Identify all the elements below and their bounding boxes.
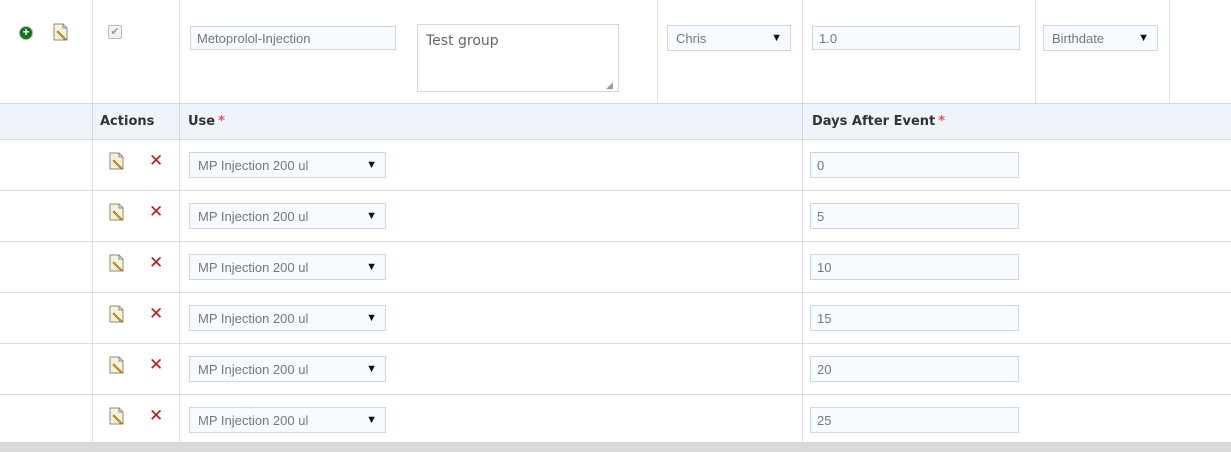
use-select[interactable]: MP Injection 200 ul ▼: [189, 356, 386, 382]
use-select[interactable]: MP Injection 200 ul ▼: [189, 254, 386, 280]
divider: [179, 103, 180, 140]
edit-pencil-icon[interactable]: [108, 254, 126, 272]
description-field[interactable]: Test group: [417, 24, 619, 92]
checkmark-icon: ✔: [110, 26, 120, 38]
use-select-value: MP Injection 200 ul: [198, 412, 309, 428]
footer-bar: [0, 442, 1231, 452]
table-row: ✕ MP Injection 200 ul ▼: [0, 242, 1231, 293]
use-select-value: MP Injection 200 ul: [198, 157, 309, 173]
table-row: ✕ MP Injection 200 ul ▼: [0, 191, 1231, 242]
use-select[interactable]: MP Injection 200 ul ▼: [189, 152, 386, 178]
actions-header-label: Actions: [100, 114, 155, 129]
days-after-event-field[interactable]: [810, 407, 1019, 433]
use-header-label: Use: [188, 114, 216, 129]
days-after-event-field[interactable]: [810, 254, 1019, 280]
use-select-value: MP Injection 200 ul: [198, 361, 309, 377]
days-after-event-field[interactable]: [810, 356, 1019, 382]
divider: [92, 103, 93, 140]
table-row: ✕ MP Injection 200 ul ▼: [0, 293, 1231, 344]
delete-x-icon[interactable]: ✕: [149, 204, 163, 221]
days-after-event-field[interactable]: [810, 305, 1019, 331]
person-select[interactable]: Chris ▼: [667, 25, 791, 51]
dropdown-arrow-icon: ▼: [1138, 32, 1149, 44]
edit-pencil-icon[interactable]: [108, 305, 126, 323]
select-checkbox[interactable]: ✔: [108, 25, 122, 39]
table-header: [0, 103, 1231, 140]
event-select-value: Birthdate: [1052, 30, 1105, 46]
table-row: ✕ MP Injection 200 ul ▼: [0, 344, 1231, 395]
use-column-header: Use *: [188, 114, 225, 129]
use-select[interactable]: MP Injection 200 ul ▼: [189, 305, 386, 331]
required-marker: *: [218, 114, 225, 129]
use-select-value: MP Injection 200 ul: [198, 259, 309, 275]
event-select[interactable]: Birthdate ▼: [1043, 25, 1158, 51]
dropdown-arrow-icon: ▼: [366, 261, 377, 273]
actions-column-header: Actions: [100, 114, 154, 129]
use-select[interactable]: MP Injection 200 ul ▼: [189, 407, 386, 433]
days-after-event-column-header: Days After Event *: [812, 114, 945, 129]
dropdown-arrow-icon: ▼: [366, 363, 377, 375]
required-marker: *: [938, 114, 946, 129]
edit-pencil-icon[interactable]: [108, 356, 126, 374]
name-field[interactable]: [190, 26, 396, 50]
dropdown-arrow-icon: ▼: [366, 414, 377, 426]
delete-x-icon[interactable]: ✕: [149, 255, 163, 272]
days-after-event-field[interactable]: [810, 203, 1019, 229]
dropdown-arrow-icon: ▼: [366, 210, 377, 222]
edit-pencil-icon[interactable]: [108, 407, 126, 425]
days-header-label: Days After Event: [812, 114, 936, 129]
edit-pencil-icon[interactable]: [108, 203, 126, 221]
table-row: ✕ MP Injection 200 ul ▼: [0, 140, 1231, 191]
version-field[interactable]: [812, 26, 1020, 50]
add-circle-icon[interactable]: +: [19, 26, 33, 40]
use-select-value: MP Injection 200 ul: [198, 310, 309, 326]
delete-x-icon[interactable]: ✕: [149, 153, 163, 170]
person-select-value: Chris: [676, 30, 707, 46]
edit-pencil-icon[interactable]: [52, 23, 70, 41]
delete-x-icon[interactable]: ✕: [149, 357, 163, 374]
dropdown-arrow-icon: ▼: [366, 159, 377, 171]
use-select-value: MP Injection 200 ul: [198, 208, 309, 224]
edit-pencil-icon[interactable]: [108, 152, 126, 170]
use-select[interactable]: MP Injection 200 ul ▼: [189, 203, 386, 229]
delete-x-icon[interactable]: ✕: [149, 408, 163, 425]
delete-x-icon[interactable]: ✕: [149, 306, 163, 323]
table-row: ✕ MP Injection 200 ul ▼: [0, 395, 1231, 446]
divider: [802, 103, 803, 140]
dropdown-arrow-icon: ▼: [771, 32, 782, 44]
dropdown-arrow-icon: ▼: [366, 312, 377, 324]
days-after-event-field[interactable]: [810, 152, 1019, 178]
